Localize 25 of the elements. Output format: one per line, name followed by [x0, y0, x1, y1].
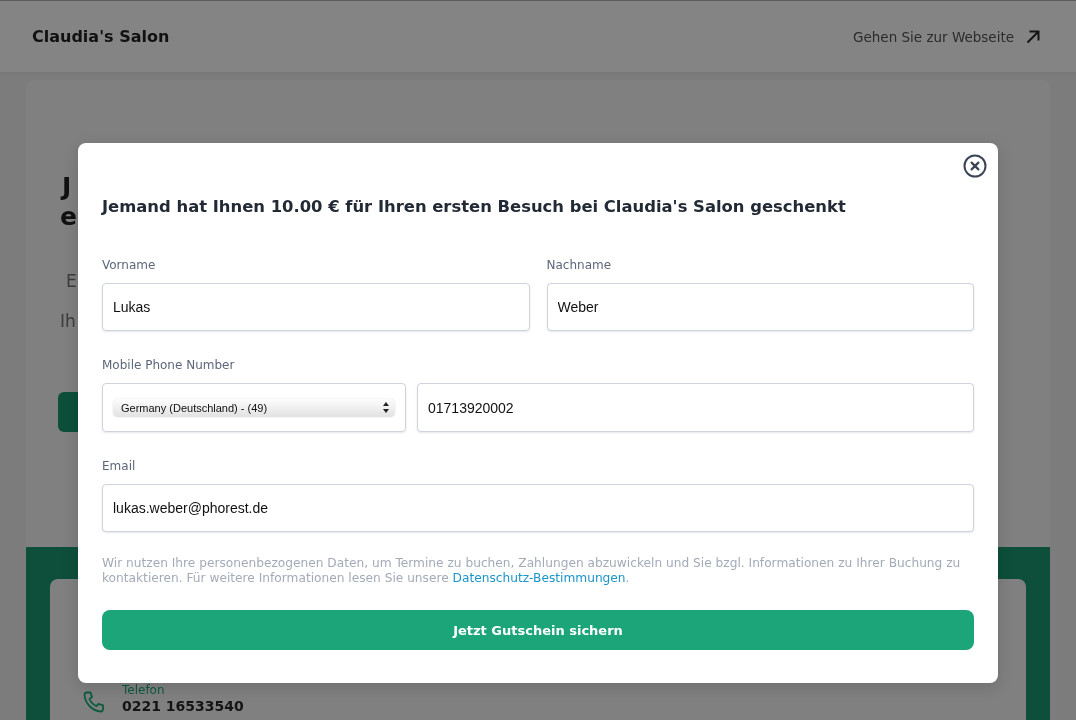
close-button[interactable]: [963, 154, 987, 178]
contact-label: Telefon: [122, 683, 166, 697]
heading-text: e: [60, 202, 77, 232]
select-arrows-icon: [383, 402, 389, 413]
name-input[interactable]: Weber: [546, 283, 974, 331]
body-text: E: [66, 270, 77, 293]
phone-number: 0221 16533540: [122, 697, 244, 715]
body-text: Ih: [60, 310, 77, 333]
close-icon: [963, 154, 987, 178]
field-label: Nachname: [546, 257, 613, 273]
dialog-title: Jemand hat Ihnen 10.00 € für Ihren ersten Besuch bei Claudia's Salon geschenkt: [102, 196, 847, 218]
field-label: Email: [102, 458, 137, 474]
privacy-policy-link[interactable]: Datenschutz-Bestimmungen: [452, 571, 626, 585]
email-input[interactable]: lukas.weber@phorest.de: [102, 484, 974, 532]
field-label: Vorname: [102, 257, 157, 273]
phone-icon: [82, 690, 106, 714]
country-select[interactable]: Germany (Deutschland) - (49): [113, 398, 395, 417]
name-input[interactable]: Lukas: [102, 283, 530, 331]
website-link[interactable]: Gehen Sie zur Webseite: [853, 28, 1040, 45]
privacy-notice: Wir nutzen Ihre personenbezogenen Daten, um Termine zu buchen, Zahlungen abzuwickeln und Sie bzgl. Informationen zu Ihrer Buchung zu kontaktieren. Für weitere Informationen lesen Sie unsere Datenschutz-Bestimmungen.: [102, 556, 962, 586]
heading-text: J: [62, 172, 72, 202]
phone-input[interactable]: 01713920002: [417, 383, 974, 432]
arrow-up-right-icon: [1026, 29, 1040, 44]
salon-name: Claudia's Salon: [32, 27, 170, 46]
field-label: Mobile Phone Number: [102, 357, 236, 373]
